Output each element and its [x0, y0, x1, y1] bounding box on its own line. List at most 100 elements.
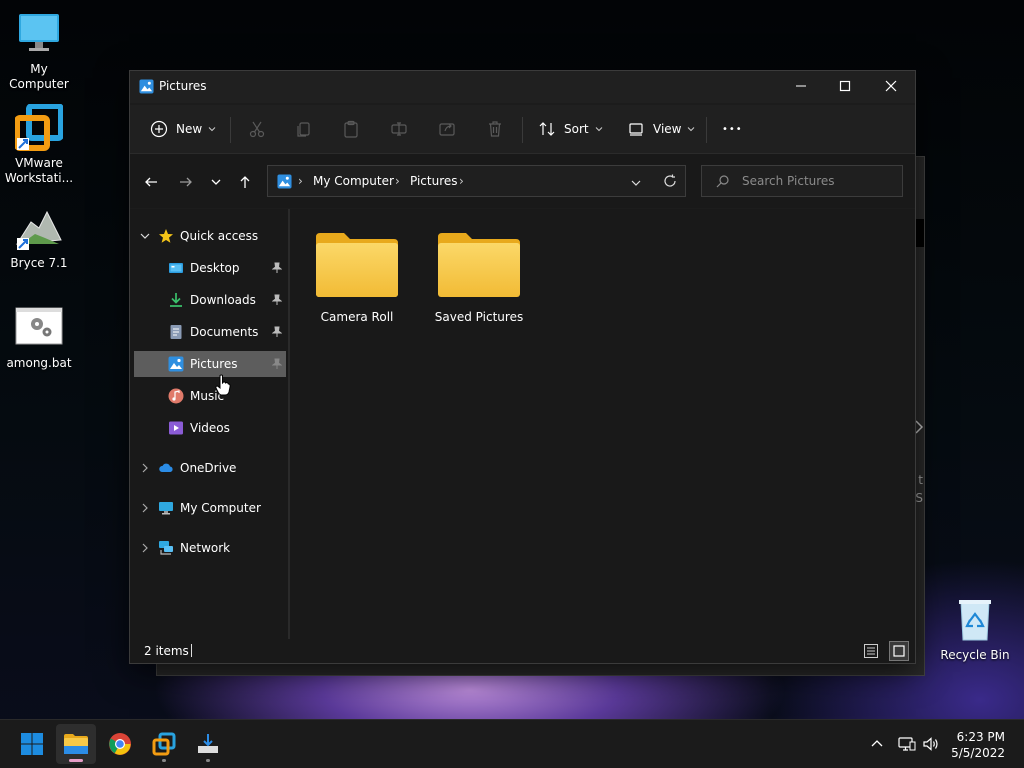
copy-button[interactable] — [295, 115, 313, 143]
toolbar-divider — [230, 117, 231, 143]
cut-button[interactable] — [248, 115, 266, 143]
sidebar-item-documents[interactable]: Documents — [134, 319, 286, 345]
arrow-left-icon — [145, 177, 157, 187]
taskbar-chrome[interactable] — [100, 724, 140, 764]
desktop-icon-bryce[interactable]: Bryce 7.1 — [0, 204, 78, 271]
desktop-icon-label: My Computer — [9, 62, 69, 91]
rename-button[interactable] — [390, 115, 408, 143]
sidebar-item-videos[interactable]: Videos — [134, 415, 286, 441]
desktop-icon-my-computer[interactable]: My Computer — [0, 10, 78, 92]
breadcrumb-separator: › — [298, 174, 303, 188]
installer-icon — [198, 734, 218, 753]
status-bar: 2 items — [130, 639, 915, 663]
start-button[interactable] — [12, 724, 52, 764]
sort-button[interactable]: Sort — [538, 115, 603, 143]
sidebar-item-label: Pictures — [190, 357, 238, 371]
sidebar-item-pictures[interactable]: Pictures — [134, 351, 286, 377]
desktop-icon-recycle-bin[interactable]: Recycle Bin — [936, 596, 1014, 663]
taskbar-installer[interactable] — [188, 724, 228, 764]
toolbar-divider — [522, 117, 523, 143]
background-window-text: S — [915, 491, 923, 505]
sidebar-item-label: OneDrive — [180, 461, 237, 475]
navigation-pane: Quick access Desktop Downloads Documents… — [130, 209, 288, 639]
running-indicator — [162, 759, 166, 762]
sidebar-item-quick-access[interactable]: Quick access — [130, 223, 288, 249]
star-icon — [159, 229, 173, 243]
view-label: View — [653, 122, 682, 136]
view-button[interactable]: View — [627, 115, 695, 143]
desktop-icon-label: among.bat — [6, 356, 72, 370]
sidebar-item-music[interactable]: Music — [134, 383, 286, 409]
volume-button[interactable] — [922, 720, 940, 768]
address-bar[interactable]: › My Computer › Pictures › — [267, 165, 686, 197]
taskbar-file-explorer[interactable] — [56, 724, 96, 764]
forward-button[interactable] — [174, 170, 198, 194]
sidebar-item-my-computer[interactable]: My Computer — [130, 495, 288, 521]
clock[interactable]: 6:23 PM 5/5/2022 — [951, 729, 1005, 761]
show-hidden-icons-button[interactable] — [870, 720, 884, 768]
address-history-button[interactable] — [630, 177, 642, 192]
background-window-bar — [916, 219, 924, 247]
minimize-button[interactable] — [778, 71, 824, 101]
close-button[interactable] — [868, 71, 914, 101]
large-icons-view-icon — [893, 645, 905, 657]
refresh-button[interactable] — [663, 174, 677, 191]
monitor-icon — [15, 10, 63, 58]
pictures-icon — [139, 79, 154, 94]
batch-file-icon — [15, 304, 63, 352]
sort-icon — [539, 122, 555, 136]
sidebar-item-label: Downloads — [190, 293, 256, 307]
sidebar-item-network[interactable]: Network — [130, 535, 288, 561]
folder-icon — [438, 233, 520, 297]
pictures-icon — [168, 356, 184, 372]
view-icon — [629, 123, 643, 136]
details-view-button[interactable] — [863, 643, 879, 659]
folder-item-camera-roll[interactable]: Camera Roll — [302, 231, 412, 324]
new-button[interactable]: New — [150, 115, 216, 143]
pin-icon — [272, 326, 282, 337]
paste-button[interactable] — [342, 115, 360, 143]
desktop-icon-label: Recycle Bin — [940, 648, 1010, 662]
breadcrumb-my-computer[interactable]: My Computer — [313, 174, 394, 188]
breadcrumb-separator: › — [395, 174, 400, 188]
maximize-button[interactable] — [822, 71, 868, 101]
desktop-icon-among-bat[interactable]: among.bat — [0, 304, 78, 371]
title-bar[interactable]: Pictures — [130, 71, 915, 103]
sidebar-item-onedrive[interactable]: OneDrive — [130, 455, 288, 481]
details-view-icon — [864, 644, 878, 658]
folder-name: Saved Pictures — [434, 310, 524, 324]
back-button[interactable] — [139, 170, 163, 194]
windows-logo-icon — [21, 733, 43, 755]
scissors-icon — [249, 121, 265, 138]
taskbar-vmware[interactable] — [144, 724, 184, 764]
toolbar-divider — [706, 117, 707, 143]
search-input[interactable]: Search Pictures — [742, 174, 835, 188]
running-indicator — [206, 759, 210, 762]
chevron-right-icon — [915, 419, 924, 438]
network-status-button[interactable] — [898, 720, 916, 768]
hand-cursor-icon — [215, 374, 231, 399]
desktop-icon-vmware[interactable]: VMware Workstati... — [0, 103, 78, 186]
breadcrumb-pictures[interactable]: Pictures — [410, 174, 458, 188]
up-button[interactable] — [233, 170, 257, 194]
recent-locations-button[interactable] — [204, 170, 228, 194]
delete-button[interactable] — [486, 115, 504, 143]
pictures-icon — [277, 174, 292, 192]
arrow-up-icon — [240, 176, 250, 188]
folder-item-saved-pictures[interactable]: Saved Pictures — [424, 231, 534, 324]
clipboard-icon — [344, 120, 358, 138]
see-more-button[interactable]: ••• — [722, 115, 743, 143]
vmware-icon — [14, 103, 64, 152]
music-icon — [168, 388, 184, 404]
sidebar-item-downloads[interactable]: Downloads — [134, 287, 286, 313]
rename-icon — [391, 122, 407, 136]
sort-label: Sort — [564, 122, 589, 136]
share-button[interactable] — [438, 115, 456, 143]
chevron-down-icon — [595, 127, 602, 132]
chevron-down-icon — [631, 180, 641, 186]
search-box[interactable]: Search Pictures — [701, 165, 903, 197]
sidebar-item-desktop[interactable]: Desktop — [134, 255, 286, 281]
download-icon — [170, 293, 182, 307]
large-icons-view-button[interactable] — [889, 641, 909, 661]
desktop-icon-label: VMware Workstati... — [4, 156, 74, 185]
